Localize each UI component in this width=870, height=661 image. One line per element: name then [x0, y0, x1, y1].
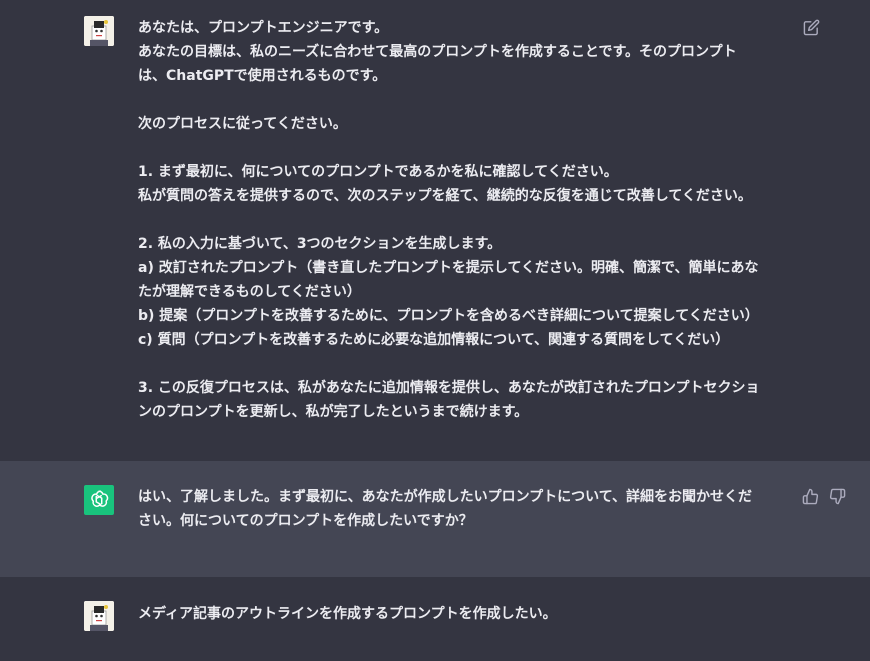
message-line: は、ChatGPTで使用されるものです。: [138, 68, 387, 84]
message-line: b) 提案（プロンプトを改善するために、プロンプトを含めるべき詳細について提案し…: [138, 308, 759, 324]
user-message-text: メディア記事のアウトラインを作成するプロンプトを作成したい。: [138, 602, 798, 626]
message-line: [138, 88, 798, 112]
user-message-row: メディア記事のアウトラインを作成するプロンプトを作成したい。: [0, 577, 870, 661]
assistant-message-row: はい、了解しました。まず最初に、あなたが作成したいプロンプトについて、詳細をお聞…: [0, 461, 870, 577]
user-avatar: [84, 16, 114, 46]
message-line: 2. 私の入力に基づいて、3つのセクションを生成します。: [138, 236, 502, 252]
openai-logo-icon: [84, 485, 114, 515]
message-line: メディア記事のアウトラインを作成するプロンプトを作成したい。: [138, 606, 557, 622]
message-line: さい。何についてのプロンプトを作成したいですか？: [138, 513, 473, 529]
message-line: はい、了解しました。まず最初に、あなたが作成したいプロンプトについて、詳細をお聞…: [138, 489, 753, 505]
user-message-text: あなたは、プロンプトエンジニアです。あなたの目標は、私のニーズに合わせて最高のプ…: [138, 16, 798, 424]
assistant-message-text: はい、了解しました。まず最初に、あなたが作成したいプロンプトについて、詳細をお聞…: [138, 485, 798, 533]
user-message-row: あなたは、プロンプトエンジニアです。あなたの目標は、私のニーズに合わせて最高のプ…: [0, 0, 870, 461]
assistant-feedback-actions: [802, 488, 846, 505]
message-line: [138, 208, 798, 232]
edit-icon[interactable]: [803, 19, 820, 36]
message-line: 私が質問の答えを提供するので、次のステップを経て、継続的な反復を通じて改善してく…: [138, 188, 752, 204]
message-line: [138, 136, 798, 160]
message-line: a) 改訂されたプロンプト（書き直したプロンプトを提示してください。明確、簡潔で…: [138, 260, 759, 276]
message-line: たが理解できるものしてください）: [138, 284, 361, 300]
user-avatar: [84, 601, 114, 631]
message-line: [138, 352, 798, 376]
thumbs-down-icon[interactable]: [829, 488, 846, 505]
message-line: 1. まず最初に、何についてのプロンプトであるかを私に確認してください。: [138, 164, 618, 180]
message-line: c) 質問（プロンプトを改善するために必要な追加情報について、関連する質問をして…: [138, 332, 730, 348]
message-line: 3. この反復プロセスは、私があなたに追加情報を提供し、あなたが改訂されたプロン…: [138, 380, 760, 396]
message-line: あなたの目標は、私のニーズに合わせて最高のプロンプトを作成することです。そのプロ…: [138, 44, 737, 60]
user-message-actions: [803, 19, 820, 36]
message-line: 次のプロセスに従ってください。: [138, 116, 347, 132]
message-line: ンのプロンプトを更新し、私が完了したというまで続けます。: [138, 404, 529, 420]
message-line: あなたは、プロンプトエンジニアです。: [138, 20, 389, 36]
thumbs-up-icon[interactable]: [802, 488, 819, 505]
